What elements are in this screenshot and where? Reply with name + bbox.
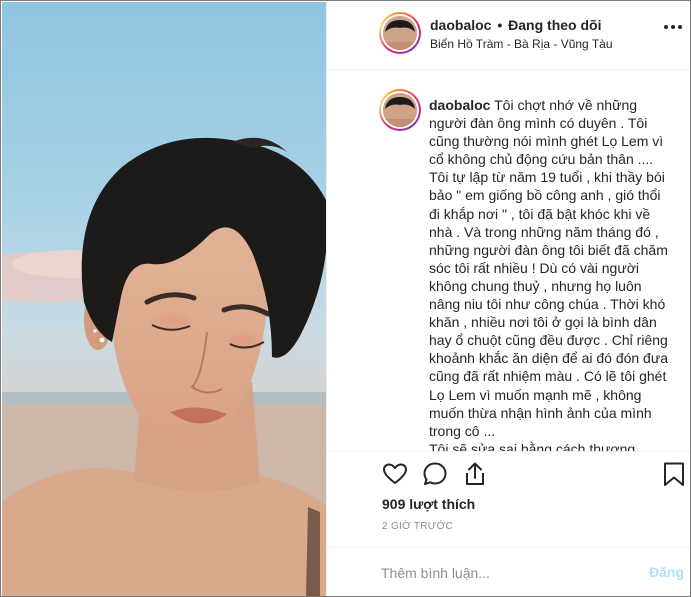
- caption-avatar[interactable]: [379, 89, 421, 131]
- add-comment-bar: Đăng: [327, 547, 690, 596]
- avatar[interactable]: [379, 12, 421, 54]
- header-user-line: daobaloc • Đang theo dõi: [430, 17, 601, 33]
- comments-area[interactable]: daobaloc Tôi chợt nhớ về những người đàn…: [327, 71, 690, 451]
- post-window: daobaloc • Đang theo dõi Biển Hồ Tràm - …: [0, 0, 691, 597]
- comment-input[interactable]: [381, 562, 621, 584]
- bookmark-icon[interactable]: [660, 460, 688, 488]
- post-comment-button[interactable]: Đăng: [649, 564, 684, 580]
- post-header: daobaloc • Đang theo dõi Biển Hồ Tràm - …: [327, 2, 690, 70]
- location-link[interactable]: Biển Hồ Tràm - Bà Rịa - Vũng Tàu: [430, 37, 613, 51]
- heart-icon[interactable]: [381, 460, 409, 488]
- post-caption: daobaloc Tôi chợt nhớ về những người đàn…: [429, 96, 675, 451]
- username-link[interactable]: daobaloc: [430, 17, 491, 33]
- follow-status-button[interactable]: Đang theo dõi: [508, 17, 601, 33]
- post-side-panel: daobaloc • Đang theo dõi Biển Hồ Tràm - …: [326, 2, 690, 596]
- more-horizontal-icon[interactable]: [664, 25, 682, 31]
- portrait-image: [2, 2, 326, 596]
- caption-username-link[interactable]: daobaloc: [429, 97, 490, 113]
- separator-dot: •: [497, 17, 503, 33]
- share-icon[interactable]: [461, 460, 489, 488]
- caption-text: Tôi chợt nhớ về những người đàn ông mình…: [429, 97, 669, 451]
- likes-count[interactable]: 909 lượt thích: [382, 496, 475, 512]
- post-actions: 909 lượt thích 2 GIỜ TRƯỚC: [327, 451, 690, 547]
- post-photo[interactable]: [2, 2, 326, 596]
- post-timestamp[interactable]: 2 GIỜ TRƯỚC: [382, 521, 453, 532]
- comment-icon[interactable]: [421, 460, 449, 488]
